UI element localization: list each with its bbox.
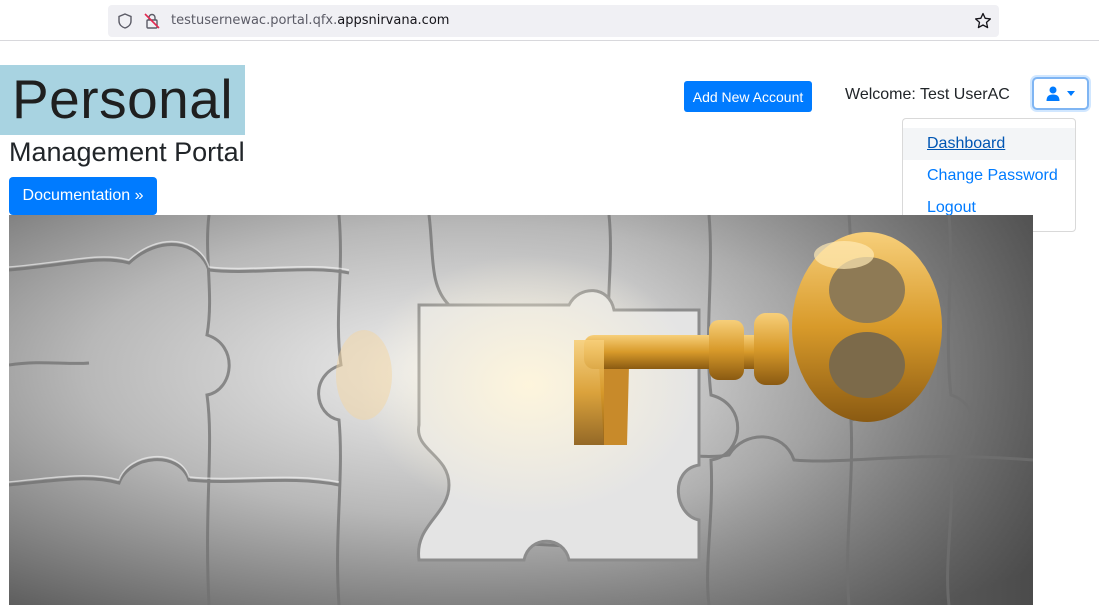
url-domain: appsnirvana.com — [337, 13, 450, 28]
logo: Personal — [0, 65, 245, 135]
page-subtitle: Management Portal — [9, 137, 245, 167]
url-prefix: testusernewac.portal.qfx. — [171, 13, 338, 28]
user-icon — [1046, 86, 1060, 101]
page-content: Personal Management Portal Documentation… — [0, 41, 1099, 605]
logo-text: Personal — [12, 68, 234, 130]
bookmark-star-icon[interactable] — [974, 12, 992, 30]
dropdown-item-dashboard[interactable]: Dashboard — [903, 128, 1075, 160]
address-bar[interactable]: testusernewac.portal.qfx.appsnirvana.com — [108, 5, 999, 37]
browser-toolbar: testusernewac.portal.qfx.appsnirvana.com — [0, 0, 1099, 41]
dropdown-item-change-password[interactable]: Change Password — [903, 160, 1075, 192]
shield-icon[interactable] — [117, 13, 133, 29]
chevron-down-icon — [1067, 91, 1075, 96]
hero-image — [9, 215, 1033, 605]
url-text[interactable]: testusernewac.portal.qfx.appsnirvana.com — [171, 13, 449, 28]
puzzle-key-illustration — [9, 215, 1033, 605]
insecure-lock-icon[interactable] — [144, 13, 160, 29]
welcome-text: Welcome: Test UserAC — [845, 86, 1010, 103]
documentation-button[interactable]: Documentation » — [9, 177, 157, 215]
user-menu-button[interactable] — [1032, 77, 1089, 110]
add-new-account-button[interactable]: Add New Account — [684, 81, 812, 112]
